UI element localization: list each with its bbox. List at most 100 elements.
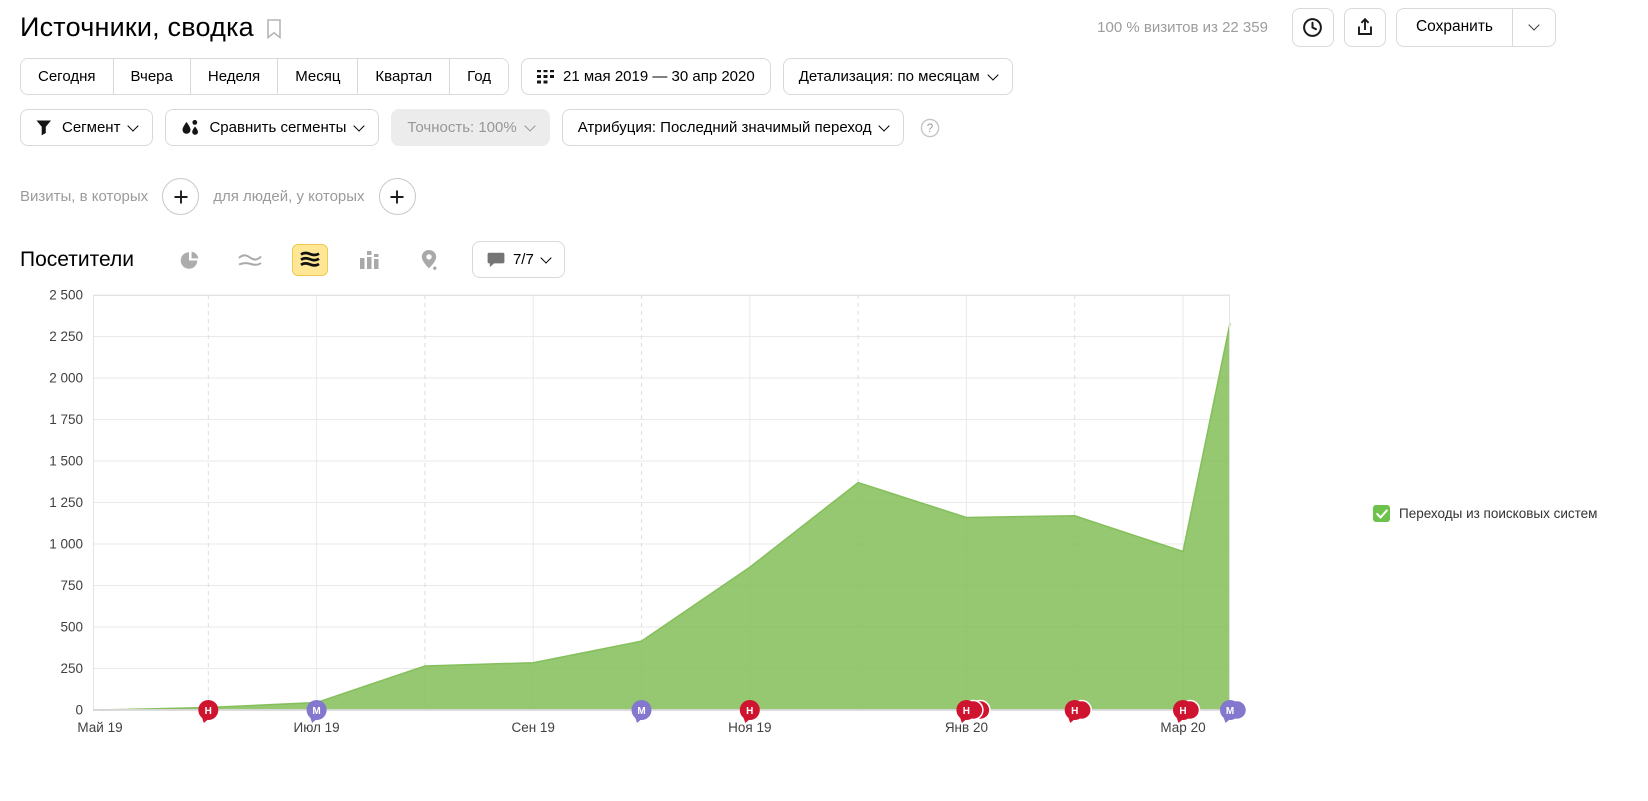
filter-row: Визиты, в которых для людей, у которых [20,178,1648,215]
y-tick-label: 2 250 [49,329,83,344]
y-tick-label: 0 [75,703,83,718]
annotation-letter: М [1226,706,1234,717]
map-pin-icon [421,250,438,270]
add-visit-filter-button[interactable] [162,178,199,215]
title-wrap: Источники, сводка [20,12,282,43]
sources-summary-page: Источники, сводка 100 % визитов из 22 35… [0,0,1648,801]
period-quarter-button[interactable]: Квартал [358,59,450,94]
save-dropdown-button[interactable] [1512,9,1555,46]
chart-header: Посетители [20,241,1648,278]
drops-compare-icon [181,119,200,136]
chevron-down-icon [879,120,890,131]
save-button[interactable]: Сохранить [1397,9,1512,46]
annotation-letter: Н [205,706,212,717]
annotation-letter: Н [963,706,970,717]
chevron-down-icon [1528,19,1539,30]
compare-segments-button[interactable]: Сравнить сегменты [165,109,379,146]
period-week-button[interactable]: Неделя [191,59,278,94]
funnel-icon [36,120,53,136]
period-today-button[interactable]: Сегодня [21,59,114,94]
chevron-down-icon [987,69,998,80]
y-tick-label: 1 750 [49,412,83,427]
export-icon [1355,17,1375,37]
visits-summary: 100 % визитов из 22 359 [1097,19,1268,36]
attribution-help-icon[interactable]: ? [920,118,940,138]
detalization-button[interactable]: Детализация: по месяцам [783,58,1013,95]
history-button[interactable] [1292,8,1334,47]
page-title: Источники, сводка [20,12,254,43]
y-tick-label: 500 [60,620,83,635]
annotation-letter: М [312,706,320,717]
segment-button[interactable]: Сегмент [20,109,153,146]
x-tick-label: Янв 20 [945,720,988,735]
x-tick-label: Май 19 [77,720,122,735]
y-tick-label: 2 000 [49,371,83,386]
bookmark-icon[interactable] [266,19,282,39]
annotation-letter: Н [1179,706,1186,717]
calendar-grid-icon [537,69,554,84]
date-range-button[interactable]: 21 мая 2019 — 30 апр 2020 [521,58,771,95]
y-tick-label: 2 500 [49,288,83,303]
plus-icon [389,189,405,205]
y-tick-label: 250 [60,661,83,676]
chevron-down-icon [540,252,551,263]
compare-segments-label: Сравнить сегменты [209,119,346,136]
legend-label: Переходы из поисковых систем [1399,506,1597,521]
annotation-letter: Н [746,706,753,717]
chart-type-area-button[interactable] [292,244,328,276]
y-tick-label: 750 [60,578,83,593]
attribution-button[interactable]: Атрибуция: Последний значимый переход [562,109,905,146]
comment-bubble-icon [487,252,505,268]
people-filter-label: для людей, у которых [213,188,364,205]
save-button-label: Сохранить [1416,18,1493,36]
chart-type-pie-button[interactable] [172,244,208,276]
period-month-button[interactable]: Месяц [278,59,358,94]
chart-type-columns-button[interactable] [352,244,388,276]
y-tick-label: 1 250 [49,495,83,510]
x-tick-label: Мар 20 [1160,720,1205,735]
visitors-chart[interactable]: 02505007501 0001 2501 5001 7502 0002 250… [93,295,1230,710]
visitors-area-chart-svg[interactable]: 02505007501 0001 2501 5001 7502 0002 250… [93,295,1230,710]
chevron-down-icon [354,120,365,131]
segment-label: Сегмент [62,119,120,136]
comments-button[interactable]: 7/7 [472,241,565,278]
x-tick-label: Ноя 19 [728,720,771,735]
chevron-down-icon [128,120,139,131]
chevron-down-icon [524,120,535,131]
legend-checkbox-checked[interactable] [1373,505,1390,522]
area-chart-icon [300,251,320,268]
top-bar: Источники, сводка 100 % визитов из 22 35… [0,0,1648,44]
pie-chart-icon [179,249,201,271]
comments-count: 7/7 [513,251,534,268]
chart-type-line-button[interactable] [232,244,268,276]
add-people-filter-button[interactable] [379,178,416,215]
line-chart-icon [238,251,262,269]
plus-icon [173,189,189,205]
period-segmented-control: Сегодня Вчера Неделя Месяц Квартал Год [20,58,509,95]
clock-icon [1302,17,1323,38]
y-tick-label: 1 500 [49,454,83,469]
date-range-label: 21 мая 2019 — 30 апр 2020 [563,68,755,85]
detalization-label: Детализация: по месяцам [799,68,980,85]
y-tick-label: 1 000 [49,537,83,552]
top-right-cluster: 100 % визитов из 22 359 Сохранить [1097,8,1556,47]
period-yesterday-button[interactable]: Вчера [114,59,191,94]
legend-item-search-traffic[interactable]: Переходы из поисковых систем [1373,505,1597,522]
save-split-button: Сохранить [1396,8,1556,47]
period-row: Сегодня Вчера Неделя Месяц Квартал Год 2… [20,58,1648,95]
annotation-letter: М [637,706,645,717]
chart-type-map-button[interactable] [412,244,448,276]
x-tick-label: Сен 19 [511,720,554,735]
segment-row: Сегмент Сравнить сегменты Точность: 100%… [20,109,1648,146]
svg-text:?: ? [927,122,933,134]
visits-filter-label: Визиты, в которых [20,188,148,205]
period-year-button[interactable]: Год [450,59,508,94]
attribution-label: Атрибуция: Последний значимый переход [578,119,872,136]
chart-title: Посетители [20,248,134,272]
annotation-letter: Н [1071,706,1078,717]
accuracy-label: Точность: 100% [407,119,516,136]
accuracy-button[interactable]: Точность: 100% [391,109,549,146]
column-chart-icon [360,251,380,269]
x-tick-label: Июл 19 [294,720,340,735]
export-button[interactable] [1344,8,1386,47]
